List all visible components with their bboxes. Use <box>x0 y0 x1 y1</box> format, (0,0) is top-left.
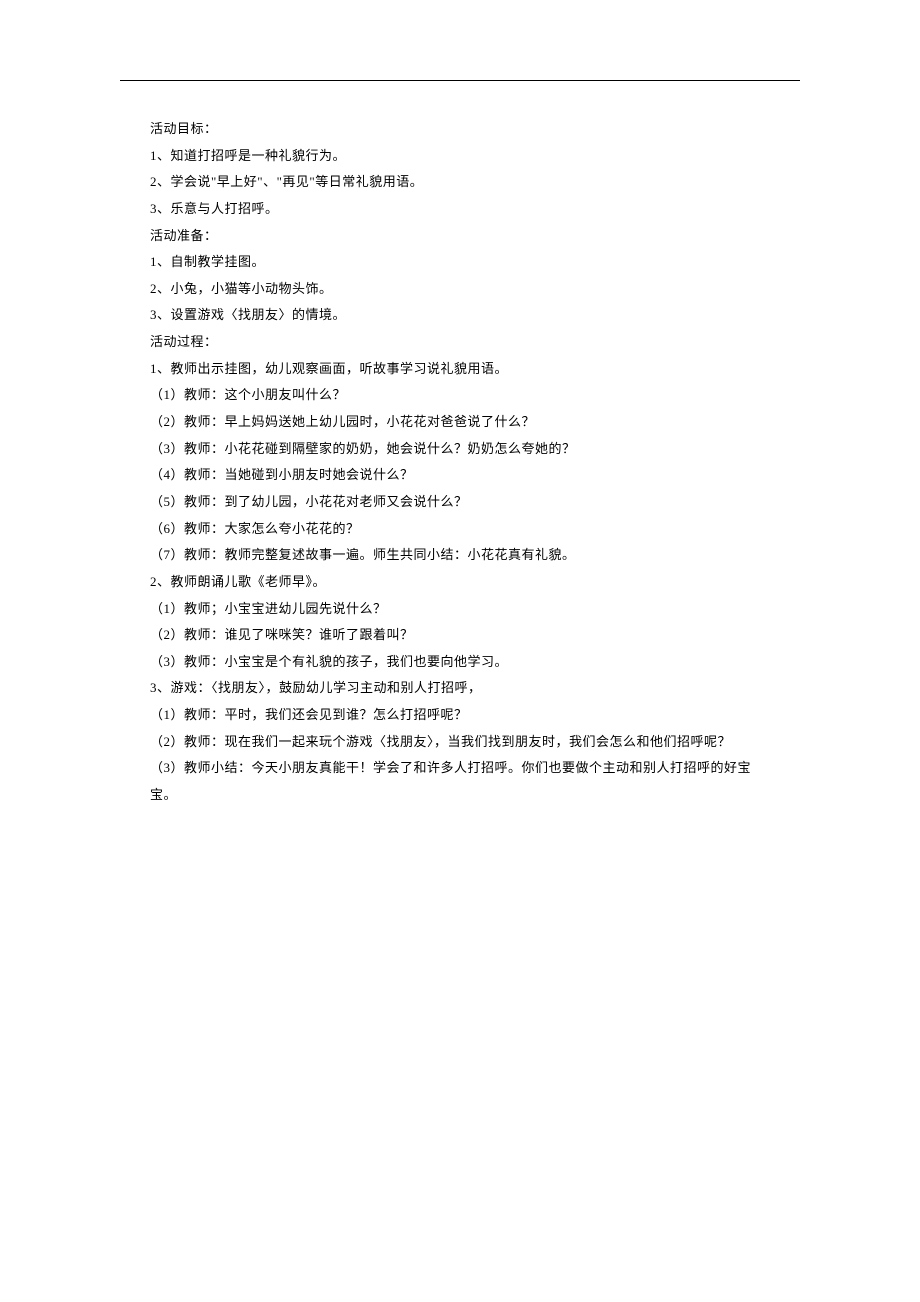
document-content: 活动目标： 1、知道打招呼是一种礼貌行为。 2、学会说"早上好"、"再见"等日常… <box>120 116 800 809</box>
text-line: （3）教师：小宝宝是个有礼貌的孩子，我们也要向他学习。 <box>150 649 770 676</box>
text-line: 3、设置游戏〈找朋友〉的情境。 <box>150 302 770 329</box>
text-line: （3）教师小结：今天小朋友真能干！学会了和许多人打招呼。你们也要做个主动和别人打… <box>150 755 770 808</box>
text-line: 2、教师朗诵儿歌《老师早》。 <box>150 569 770 596</box>
text-line: （7）教师：教师完整复述故事一遍。师生共同小结：小花花真有礼貌。 <box>150 542 770 569</box>
text-line: （2）教师：早上妈妈送她上幼儿园时，小花花对爸爸说了什么？ <box>150 409 770 436</box>
text-line: 活动过程： <box>150 329 770 356</box>
text-line: 1、自制教学挂图。 <box>150 249 770 276</box>
text-line: 活动准备： <box>150 223 770 250</box>
text-line: 3、游戏：〈找朋友〉，鼓励幼儿学习主动和别人打招呼， <box>150 675 770 702</box>
horizontal-rule <box>120 80 800 81</box>
text-line: （6）教师：大家怎么夸小花花的？ <box>150 516 770 543</box>
text-line: （1）教师：平时，我们还会见到谁？怎么打招呼呢？ <box>150 702 770 729</box>
text-line: （3）教师：小花花碰到隔壁家的奶奶，她会说什么？奶奶怎么夸她的？ <box>150 436 770 463</box>
text-line: （1）教师：这个小朋友叫什么？ <box>150 382 770 409</box>
text-line: （1）教师；小宝宝进幼儿园先说什么？ <box>150 596 770 623</box>
text-line: （2）教师：现在我们一起来玩个游戏〈找朋友〉，当我们找到朋友时，我们会怎么和他们… <box>150 729 770 756</box>
text-line: 1、知道打招呼是一种礼貌行为。 <box>150 143 770 170</box>
text-line: （4）教师：当她碰到小朋友时她会说什么？ <box>150 462 770 489</box>
text-line: （2）教师：谁见了咪咪笑？谁听了跟着叫？ <box>150 622 770 649</box>
text-line: 2、小兔，小猫等小动物头饰。 <box>150 276 770 303</box>
text-line: 2、学会说"早上好"、"再见"等日常礼貌用语。 <box>150 169 770 196</box>
text-line: 1、教师出示挂图，幼儿观察画面，听故事学习说礼貌用语。 <box>150 356 770 383</box>
text-line: 3、乐意与人打招呼。 <box>150 196 770 223</box>
text-line: 活动目标： <box>150 116 770 143</box>
text-line: （5）教师：到了幼儿园，小花花对老师又会说什么？ <box>150 489 770 516</box>
